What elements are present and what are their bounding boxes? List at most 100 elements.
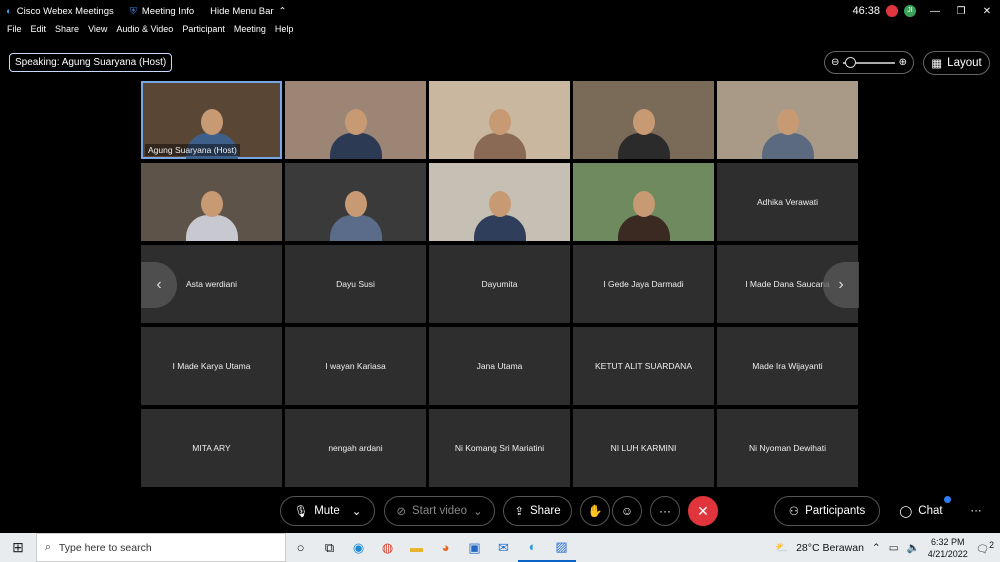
participant-body bbox=[473, 133, 526, 159]
zoom-out-icon[interactable]: ⊖ bbox=[831, 57, 839, 68]
participant-name-tile[interactable]: Jana Utama bbox=[429, 327, 570, 405]
mail-icon[interactable]: ✉ bbox=[489, 533, 518, 562]
microphone-icon: 🎙 bbox=[293, 506, 309, 518]
participant-video-feed bbox=[184, 185, 240, 241]
chevron-down-icon: ⌄ bbox=[472, 506, 483, 518]
meeting-timer: 46:38 bbox=[852, 5, 880, 17]
zoom-slider[interactable] bbox=[843, 56, 895, 68]
participants-button[interactable]: ⚇ Participants bbox=[774, 496, 880, 526]
participant-name-tile[interactable]: Ni Nyoman Dewihati bbox=[717, 409, 858, 487]
clock[interactable]: 6:32 PM 4/21/2022 bbox=[928, 536, 968, 560]
participant-name-tile[interactable]: Ni Komang Sri Mariatini bbox=[429, 409, 570, 487]
firefox-browser-icon[interactable]: ◕ bbox=[431, 533, 460, 562]
participant-name-tile[interactable]: Adhika Verawati bbox=[717, 163, 858, 241]
raise-hand-button[interactable]: ✋ bbox=[580, 496, 610, 526]
participant-name: I wayan Kariasa bbox=[325, 361, 386, 371]
layout-grid-icon: ▦ bbox=[931, 58, 943, 70]
mute-label: Mute bbox=[314, 505, 340, 517]
participant-head bbox=[200, 109, 223, 135]
participant-name-tile[interactable]: Dayu Susi bbox=[285, 245, 426, 323]
search-icon: ⌕ bbox=[45, 541, 51, 553]
chat-label: Chat bbox=[918, 505, 943, 517]
taskbar-search-box[interactable]: ⌕ Type here to search bbox=[36, 533, 286, 562]
mute-button[interactable]: 🎙 Mute ⌄ bbox=[280, 496, 375, 526]
participant-name-tile[interactable]: I Made Karya Utama bbox=[141, 327, 282, 405]
menu-file[interactable]: File bbox=[7, 24, 22, 40]
cortana-icon[interactable]: ○ bbox=[286, 533, 315, 562]
layout-button[interactable]: ▦ Layout bbox=[923, 51, 990, 75]
reactions-button[interactable]: ☺ bbox=[612, 496, 642, 526]
share-button[interactable]: ⇪ Share bbox=[503, 496, 572, 526]
more-options-button[interactable]: ··· bbox=[650, 496, 680, 526]
photos-taskbar-icon[interactable]: ▨ bbox=[547, 533, 576, 562]
edge-browser-icon[interactable]: ◉ bbox=[344, 533, 373, 562]
store-icon[interactable]: ▣ bbox=[460, 533, 489, 562]
chat-button[interactable]: ◯ Chat bbox=[890, 496, 952, 526]
end-meeting-button[interactable]: ✕ bbox=[688, 496, 718, 526]
clock-time: 6:32 PM bbox=[930, 536, 965, 547]
participant-video-tile[interactable] bbox=[573, 163, 714, 241]
participant-name-tile[interactable]: nengah ardani bbox=[285, 409, 426, 487]
speaker-icon[interactable]: 🔈 bbox=[907, 541, 920, 554]
participant-head bbox=[776, 109, 799, 135]
restore-icon[interactable]: ❐ bbox=[948, 6, 974, 17]
app-name: Cisco Webex Meetings bbox=[16, 5, 114, 17]
participant-video-feed bbox=[472, 103, 528, 159]
webex-logo-icon: ◐ bbox=[6, 5, 12, 17]
chevron-up-icon[interactable]: ⌃ bbox=[872, 542, 881, 554]
hide-menu-label: Hide Menu Bar bbox=[210, 5, 274, 17]
menu-help[interactable]: Help bbox=[275, 24, 294, 40]
chrome-browser-icon[interactable]: ◍ bbox=[373, 533, 402, 562]
participant-name-tile[interactable]: KETUT ALIT SUARDANA bbox=[573, 327, 714, 405]
participant-video-tile[interactable] bbox=[285, 81, 426, 159]
participant-body bbox=[329, 215, 382, 241]
participant-name: nengah ardani bbox=[328, 443, 383, 453]
participant-grid: Agung Suaryana (Host) Adhika Verawati Asta… bbox=[141, 81, 860, 490]
menu-participant[interactable]: Participant bbox=[182, 24, 225, 40]
start-video-button[interactable]: ⊘ Start video ⌄ bbox=[384, 496, 495, 526]
person-icon: ⚇ bbox=[788, 506, 800, 518]
participant-name-tile[interactable]: Made Ira Wijayanti bbox=[717, 327, 858, 405]
windows-taskbar: ⊞ ⌕ Type here to search ○ ⧉ ◉ ◍ ▬ ◕ ▣ ✉ … bbox=[0, 533, 1000, 562]
participant-name-tile[interactable]: Dayumita bbox=[429, 245, 570, 323]
participant-video-tile[interactable] bbox=[285, 163, 426, 241]
participant-name-tile[interactable]: NI LUH KARMINI bbox=[573, 409, 714, 487]
panel-more-button[interactable]: ··· bbox=[962, 496, 990, 526]
webex-taskbar-icon[interactable]: ◐ bbox=[518, 533, 547, 562]
windows-start-icon[interactable]: ⊞ bbox=[0, 539, 36, 556]
menu-audio-video[interactable]: Audio & Video bbox=[116, 24, 173, 40]
participant-video-tile[interactable]: Agung Suaryana (Host) bbox=[141, 81, 282, 159]
chevron-down-icon: ⌄ bbox=[351, 506, 362, 518]
hide-menu-bar-button[interactable]: Hide Menu Bar ⌃ bbox=[210, 6, 286, 17]
zoom-slider-knob[interactable] bbox=[845, 56, 857, 68]
chat-notification-dot bbox=[944, 496, 951, 503]
participant-video-tile[interactable] bbox=[429, 163, 570, 241]
participant-name-tile[interactable]: I wayan Kariasa bbox=[285, 327, 426, 405]
close-icon[interactable]: ✕ bbox=[974, 6, 1000, 17]
menu-share[interactable]: Share bbox=[55, 24, 79, 40]
weather-text[interactable]: 28°C Berawan bbox=[796, 542, 864, 554]
menu-edit[interactable]: Edit bbox=[31, 24, 47, 40]
zoom-in-icon[interactable]: ⊕ bbox=[899, 57, 907, 68]
user-avatar[interactable]: JI bbox=[904, 5, 916, 17]
participant-video-tile[interactable] bbox=[573, 81, 714, 159]
menu-meeting[interactable]: Meeting bbox=[234, 24, 266, 40]
meeting-info-button[interactable]: ⛨ Meeting Info bbox=[130, 6, 194, 17]
menu-view[interactable]: View bbox=[88, 24, 107, 40]
notification-center-icon[interactable]: 🗨2 bbox=[976, 540, 994, 556]
participant-name: I Made Dana Saucana bbox=[745, 279, 830, 289]
participant-video-feed bbox=[616, 103, 672, 159]
participant-head bbox=[632, 109, 655, 135]
minimize-icon[interactable]: — bbox=[922, 6, 948, 17]
participant-video-tile[interactable] bbox=[141, 163, 282, 241]
network-icon[interactable]: ▭ bbox=[889, 542, 899, 554]
participant-video-tile[interactable] bbox=[429, 81, 570, 159]
share-label: Share bbox=[529, 505, 561, 517]
participant-video-tile[interactable] bbox=[717, 81, 858, 159]
participant-head bbox=[488, 109, 511, 135]
file-explorer-icon[interactable]: ▬ bbox=[402, 533, 431, 562]
participant-name-tile[interactable]: MITA ARY bbox=[141, 409, 282, 487]
task-view-icon[interactable]: ⧉ bbox=[315, 533, 344, 562]
participant-name: Ni Komang Sri Mariatini bbox=[454, 443, 545, 453]
participant-name-tile[interactable]: I Gede Jaya Darmadi bbox=[573, 245, 714, 323]
